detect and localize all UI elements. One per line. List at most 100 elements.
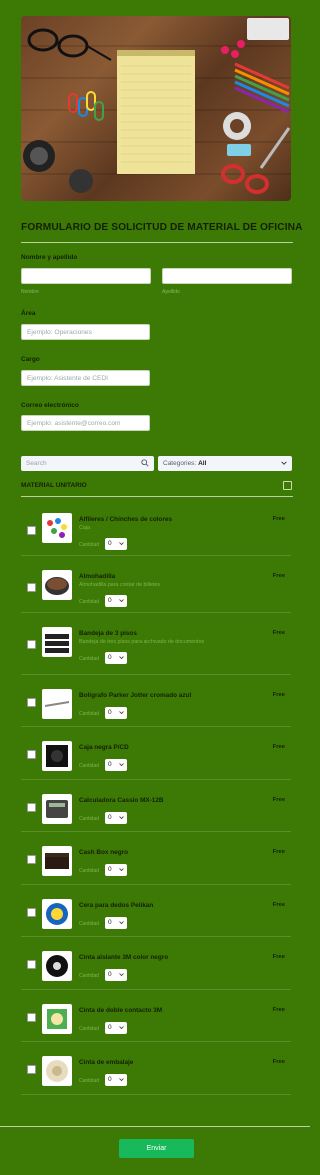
- product-checkbox[interactable]: [27, 803, 36, 812]
- quantity-label: Cantidad: [79, 921, 100, 927]
- quantity-label: Cantidad: [79, 868, 100, 874]
- product-price: Free: [272, 954, 285, 960]
- select-all-checkbox[interactable]: [283, 481, 292, 490]
- chevron-down-icon: [119, 868, 124, 872]
- quantity-value: 0: [108, 971, 112, 978]
- desk-supplies-image: [21, 18, 291, 194]
- double-tape-icon: [42, 1004, 72, 1034]
- product-name: Cash Box negro: [79, 849, 129, 856]
- pushpins-icon: [42, 513, 72, 543]
- quantity-label: Cantidad: [79, 973, 100, 979]
- product-description: Bandeja de tres pisos para archivado de …: [79, 639, 205, 645]
- product-checkbox[interactable]: [27, 750, 36, 759]
- quantity-value: 0: [108, 540, 112, 547]
- quantity-select[interactable]: 0: [105, 1074, 127, 1086]
- form-title: FORMULARIO DE SOLICITUD DE MATERIAL DE O…: [21, 222, 303, 233]
- quantity-label: Cantidad: [79, 711, 100, 717]
- categories-select[interactable]: Categories: All: [158, 456, 292, 471]
- quantity-value: 0: [108, 919, 112, 926]
- quantity-label: Cantidad: [79, 816, 100, 822]
- row-divider: [21, 1094, 291, 1095]
- email-label: Correo electrónico: [21, 402, 79, 409]
- quantity-select[interactable]: 0: [105, 652, 127, 664]
- product-name: Alfileres / Chinches de colores: [79, 516, 173, 523]
- quantity-select[interactable]: 0: [105, 864, 127, 876]
- calculator-icon: [42, 794, 72, 824]
- cargo-input[interactable]: Ejemplo: Asistente de CEDI: [21, 370, 150, 386]
- product-row: Calculadora Cassio MX-12B Cantidad 0 Free: [21, 780, 291, 832]
- header-image: [21, 16, 291, 201]
- section-title: MATERIAL UNITARIO: [21, 482, 87, 489]
- packing-tape-icon: [42, 1056, 72, 1086]
- product-description: Almohadilla para contar de billetes: [79, 582, 160, 588]
- product-checkbox[interactable]: [27, 1065, 36, 1074]
- product-search-input[interactable]: Search: [21, 456, 154, 471]
- product-row: Cera para dedos Pelikan Cantidad 0 Free: [21, 885, 291, 937]
- product-row: Cash Box negro Cantidad 0 Free: [21, 832, 291, 885]
- product-price: Free: [272, 1059, 285, 1065]
- product-checkbox[interactable]: [27, 640, 36, 649]
- quantity-value: 0: [108, 761, 112, 768]
- product-price: Free: [272, 797, 285, 803]
- product-row: Caja negra P/CD Cantidad 0 Free: [21, 727, 291, 780]
- product-name: Calculadora Cassio MX-12B: [79, 797, 164, 804]
- product-name: Caja negra P/CD: [79, 744, 129, 751]
- product-name: Cera para dedos Pelikan: [79, 902, 154, 909]
- product-name: Bolígrafo Parker Jotter cromado azul: [79, 692, 192, 699]
- product-name: Cinta de embalaje: [79, 1059, 134, 1066]
- quantity-value: 0: [108, 654, 112, 661]
- categories-value: All: [198, 460, 207, 467]
- insulating-tape-icon: [42, 951, 72, 981]
- product-checkbox[interactable]: [27, 698, 36, 707]
- quantity-select[interactable]: 0: [105, 917, 127, 929]
- footer-divider: [0, 1126, 310, 1127]
- submit-button[interactable]: Enviar: [119, 1139, 194, 1158]
- quantity-value: 0: [108, 814, 112, 821]
- product-checkbox[interactable]: [27, 526, 36, 535]
- product-name: Cinta aislante 3M color negro: [79, 954, 169, 961]
- product-checkbox[interactable]: [27, 855, 36, 864]
- product-row: Almohadilla Almohadilla para contar de bi…: [21, 556, 291, 613]
- quantity-select[interactable]: 0: [105, 812, 127, 824]
- first-name-input[interactable]: [21, 268, 151, 284]
- area-label: Área: [21, 310, 36, 317]
- chevron-down-icon: [119, 1078, 124, 1082]
- product-price: Free: [272, 630, 285, 636]
- product-price: Free: [272, 902, 285, 908]
- quantity-select[interactable]: 0: [105, 707, 127, 719]
- categories-label: Categories:: [163, 460, 197, 467]
- product-checkbox[interactable]: [27, 583, 36, 592]
- quantity-label: Cantidad: [79, 763, 100, 769]
- cargo-label: Cargo: [21, 356, 40, 363]
- quantity-select[interactable]: 0: [105, 1022, 127, 1034]
- product-checkbox[interactable]: [27, 960, 36, 969]
- product-checkbox[interactable]: [27, 1013, 36, 1022]
- quantity-label: Cantidad: [79, 656, 100, 662]
- product-name: Bandeja de 3 pisos: [79, 630, 137, 637]
- email-input[interactable]: Ejemplo: asistente@correo.com: [21, 415, 150, 431]
- product-name: Almohadilla: [79, 573, 116, 580]
- quantity-label: Cantidad: [79, 1078, 100, 1084]
- product-row: Cinta aislante 3M color negro Cantidad 0 Fr…: [21, 937, 291, 990]
- pen-icon: [42, 689, 72, 719]
- quantity-value: 0: [108, 1076, 112, 1083]
- quantity-select[interactable]: 0: [105, 538, 127, 550]
- quantity-select[interactable]: 0: [105, 759, 127, 771]
- last-name-input[interactable]: [162, 268, 292, 284]
- chevron-down-icon: [119, 656, 124, 660]
- quantity-select[interactable]: 0: [105, 969, 127, 981]
- product-price: Free: [272, 744, 285, 750]
- product-row: Bandeja de 3 pisos Bandeja de tres pisos …: [21, 613, 291, 675]
- chevron-down-icon: [119, 599, 124, 603]
- product-row: Cinta de embalaje Cantidad 0 Free: [21, 1042, 291, 1095]
- chevron-down-icon: [119, 973, 124, 977]
- area-input[interactable]: Ejemplo: Operaciones: [21, 324, 150, 340]
- cd-case-icon: [42, 741, 72, 771]
- chevron-down-icon: [119, 816, 124, 820]
- product-price: Free: [272, 849, 285, 855]
- quantity-label: Cantidad: [79, 599, 100, 605]
- chevron-down-icon: [119, 763, 124, 767]
- quantity-select[interactable]: 0: [105, 595, 127, 607]
- name-label: Nombre y apellido: [21, 254, 78, 261]
- product-checkbox[interactable]: [27, 908, 36, 917]
